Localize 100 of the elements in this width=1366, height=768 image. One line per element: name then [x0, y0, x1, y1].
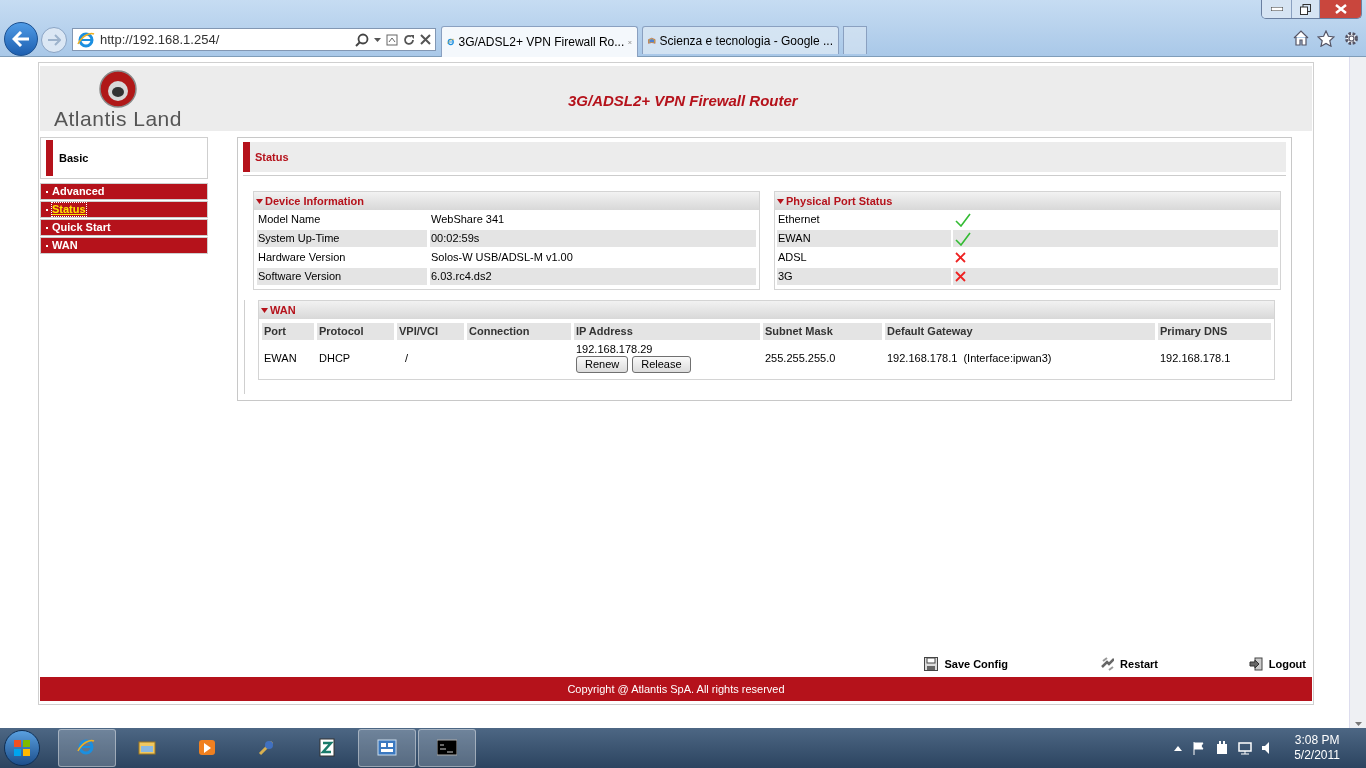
table-cell: DHCP [319, 351, 351, 364]
settings-icon[interactable] [1343, 30, 1360, 47]
section-title: Device Information [265, 193, 365, 209]
explorer-app-icon [137, 738, 157, 758]
sidebar-section[interactable]: Basic [40, 137, 208, 179]
table-cell: 00:02:59s [430, 230, 756, 247]
compatibility-icon[interactable] [386, 33, 398, 46]
save-icon [924, 657, 939, 671]
taskbar-button[interactable] [358, 729, 416, 767]
action-label: Logout [1268, 656, 1306, 672]
column-header: VPI/VCI [397, 323, 464, 340]
table-cell: EWAN [777, 230, 951, 247]
column-header: Protocol [317, 323, 394, 340]
collapse-triangle-icon [256, 198, 263, 204]
show-hidden-icons-arrow-icon[interactable] [1174, 745, 1183, 751]
sidebar-menu-item[interactable]: Status [40, 201, 208, 218]
column-header: Subnet Mask [763, 323, 882, 340]
volume-icon[interactable] [1262, 742, 1271, 754]
home-icon[interactable] [1293, 30, 1309, 46]
table-cell: 3G [777, 268, 951, 285]
logout-icon [1248, 657, 1263, 671]
action-label: Save Config [944, 656, 1008, 672]
windows-logo-icon [13, 739, 31, 757]
title-marker [243, 142, 250, 172]
search-icon[interactable] [355, 32, 369, 47]
flag-icon[interactable] [1192, 741, 1207, 755]
action-button[interactable]: Release [632, 356, 691, 373]
column-header: Primary DNS [1158, 323, 1271, 340]
sidebar-menu-item[interactable]: WAN [40, 237, 208, 254]
browser-tab[interactable]: Scienza e tecnologia - Google ... [642, 26, 839, 54]
column-header: IP Address [574, 323, 760, 340]
console-app-icon [437, 738, 457, 758]
column-header: Connection [467, 323, 571, 340]
sphere-logo-icon [98, 69, 138, 108]
collapse-triangle-icon [777, 198, 784, 204]
tab-title: Scienza e tecnologia - Google ... [659, 32, 833, 50]
minimize-icon [1270, 7, 1283, 11]
stop-icon[interactable] [420, 34, 431, 45]
network-icon[interactable] [1238, 741, 1253, 755]
table-cell-text: / [404, 351, 409, 364]
favorites-star-icon[interactable] [1317, 30, 1335, 47]
sidebar-menu-item[interactable]: Advanced [40, 183, 208, 200]
refresh-icon[interactable] [403, 33, 415, 46]
zip-app-icon [317, 738, 337, 758]
scrollbar[interactable] [1349, 57, 1366, 728]
table-cell-text: WebShare 341 [430, 212, 506, 227]
footer-action[interactable]: Save Config [858, 655, 1008, 673]
table-cell: 192.168.178.1 (Interface:ipwan3) [887, 351, 1052, 364]
restore-icon [1300, 3, 1311, 15]
tab-title: 3G/ADSL2+ VPN Firewall Ro... [458, 34, 625, 51]
section-title: WAN [270, 302, 296, 318]
taskbar-button[interactable] [418, 729, 476, 767]
close-icon [1334, 4, 1347, 14]
table-cell-text: Solos-W USB/ADSL-M v1.00 [430, 250, 574, 265]
section-label: Basic [59, 150, 89, 166]
sidebar-menu-item[interactable]: Quick Start [40, 219, 208, 236]
section-header[interactable]: WAN [259, 301, 1274, 319]
section-header[interactable]: Physical Port Status [775, 192, 1280, 210]
table-cell: 6.03.rc4.ds2 [430, 268, 756, 285]
action-label: Restart [1120, 656, 1158, 672]
window-controls[interactable] [1261, 0, 1362, 19]
address-text: http://192.168.1.254/ [100, 30, 221, 49]
clock[interactable]: 3:08 PM 5/2/2011 [1294, 733, 1340, 763]
section-marker [46, 140, 53, 176]
start-button[interactable] [4, 730, 40, 766]
column-header: Port [262, 323, 314, 340]
footer-action[interactable]: Logout [1158, 655, 1306, 673]
section-header[interactable]: Device Information [254, 192, 759, 210]
page-title: Status [255, 149, 289, 165]
action-button[interactable]: Renew [576, 356, 629, 373]
browser-tab[interactable]: 3G/ADSL2+ VPN Firewall Ro... [441, 26, 638, 57]
back-button[interactable] [4, 22, 38, 56]
table-cell: Software Version [257, 268, 427, 285]
logo-text: Atlantis Land [54, 107, 182, 130]
forward-arrow-icon [47, 34, 61, 46]
table-cell-text: Model Name [257, 212, 322, 227]
control-app-icon [377, 738, 397, 758]
back-arrow-icon [12, 31, 30, 47]
table-cell: 192.168.178.1 [1160, 351, 1231, 364]
footer-action[interactable]: Restart [1008, 655, 1158, 673]
menu-label: Advanced [52, 185, 105, 198]
table-cell: System Up-Time [257, 230, 427, 247]
restore-button[interactable] [1292, 0, 1320, 18]
power-icon[interactable] [1216, 741, 1229, 755]
menu-label: Status [52, 203, 86, 216]
dropdown-arrow-icon[interactable] [374, 37, 381, 42]
table-cell-text: 192.168.178.29 [576, 343, 654, 356]
clock-date: 5/2/2011 [1294, 748, 1340, 763]
media-app-icon [197, 738, 217, 758]
address-bar[interactable]: http://192.168.1.254/ [72, 28, 436, 51]
browser-logo-icon [77, 30, 95, 49]
close-button[interactable] [1320, 0, 1361, 18]
table-cell-text: Hardware Version [257, 250, 347, 265]
table-cell-text: ADSL [777, 250, 808, 265]
column-header: Default Gateway [885, 323, 1155, 340]
menu-label: Quick Start [52, 221, 111, 234]
table-cell: EWAN [264, 351, 297, 364]
table-cell-text: Ethernet [777, 212, 821, 227]
copyright-text: Copyright @ Atlantis SpA. All rights reserved [567, 681, 785, 697]
scroll-down-arrow-icon [1354, 722, 1362, 726]
